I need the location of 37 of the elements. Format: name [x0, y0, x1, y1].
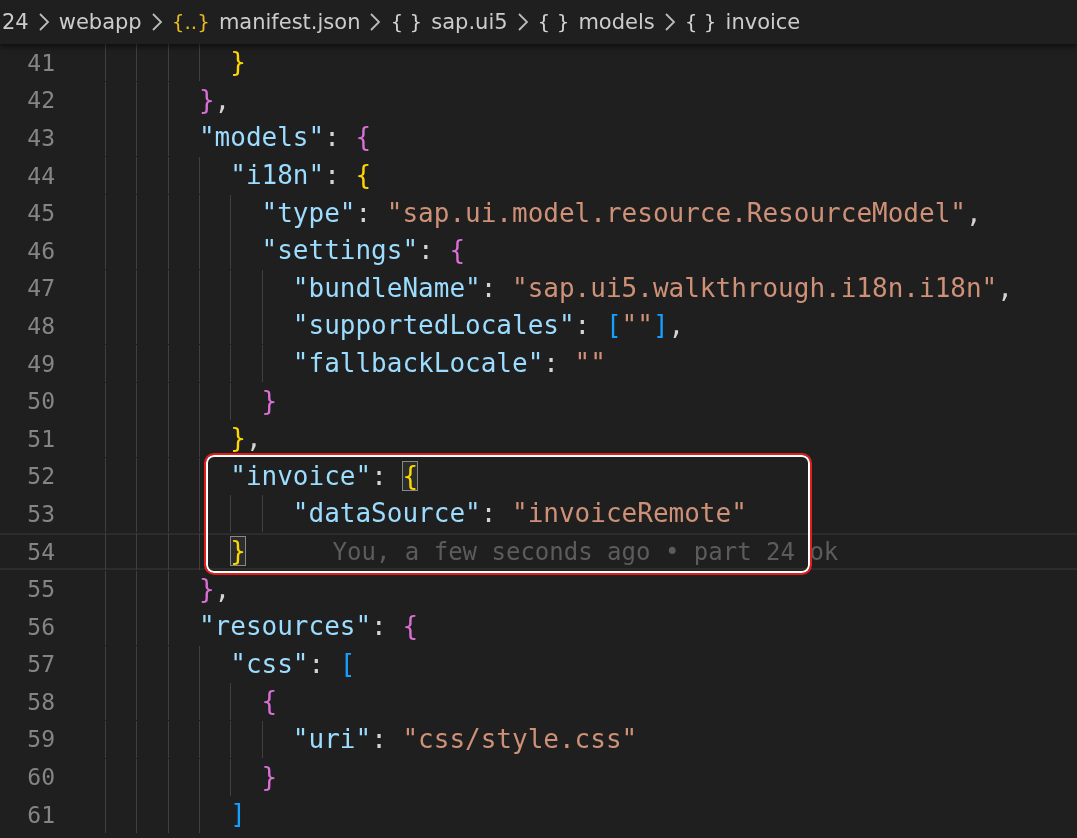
- line-number: 46: [26, 237, 55, 264]
- chevron-right-icon: [663, 12, 676, 32]
- line-number: 42: [26, 87, 55, 114]
- breadcrumb-item[interactable]: webapp: [58, 10, 142, 34]
- chevron-right-icon: [369, 12, 382, 32]
- line-number: 59: [26, 726, 55, 753]
- line-number: 48: [26, 312, 55, 339]
- breadcrumb-item[interactable]: models: [578, 10, 655, 34]
- braces-icon: { }: [684, 10, 717, 34]
- chevron-right-icon: [37, 12, 50, 32]
- line-number: 61: [26, 801, 55, 828]
- line-number: 60: [26, 764, 55, 791]
- line-number: 41: [26, 49, 55, 76]
- line-number: 56: [26, 613, 55, 640]
- breadcrumb-item[interactable]: 24: [2, 10, 29, 34]
- line-number: 53: [26, 500, 55, 527]
- line-number: 55: [26, 576, 55, 603]
- line-number: 57: [26, 651, 55, 678]
- braces-icon: {..}: [171, 10, 210, 34]
- line-number: 43: [26, 125, 55, 151]
- braces-icon: { }: [537, 10, 570, 34]
- line-number: 52: [26, 463, 55, 490]
- blame-annotation: You, a few seconds ago • part 24 ok: [332, 537, 839, 566]
- line-number: 47: [26, 275, 55, 302]
- line-number: 49: [26, 350, 55, 377]
- line-number: 44: [26, 162, 55, 189]
- breadcrumb-item[interactable]: sap.ui5: [431, 10, 508, 34]
- chevron-right-icon: [516, 12, 529, 32]
- line-number: 50: [26, 388, 55, 415]
- line-number: 54: [26, 538, 55, 565]
- chevron-right-icon: [150, 12, 163, 32]
- breadcrumb-item[interactable]: manifest.json: [218, 10, 361, 34]
- line-number: 51: [26, 425, 55, 452]
- breadcrumb-item[interactable]: invoice: [725, 10, 801, 34]
- line-number: 45: [26, 200, 55, 227]
- braces-icon: { }: [390, 10, 423, 34]
- line-number: 58: [26, 688, 55, 715]
